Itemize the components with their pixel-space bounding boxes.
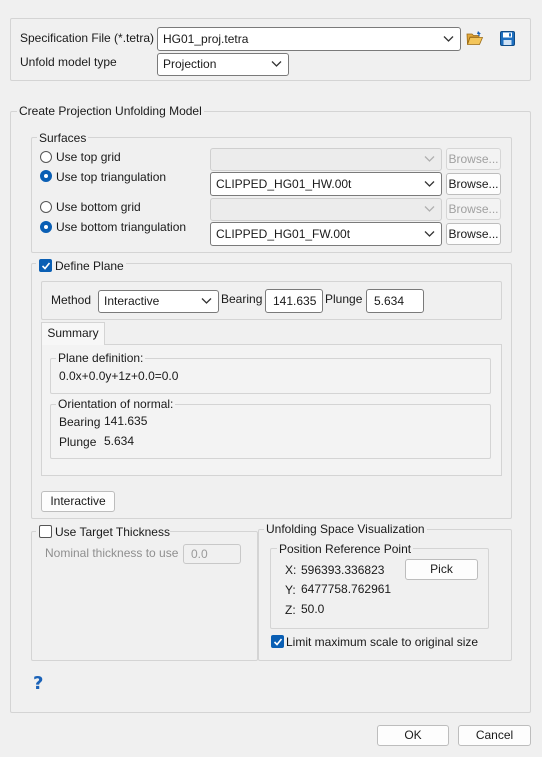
bearing-input[interactable]: 141.635 xyxy=(265,289,323,313)
bottom-grid-label: Use bottom grid xyxy=(56,200,141,214)
nominal-thickness-label: Nominal thickness to use xyxy=(45,546,179,560)
chevron-down-icon xyxy=(271,61,282,67)
nominal-thickness-input[interactable]: 0.0 xyxy=(183,544,241,564)
bearing-label: Bearing xyxy=(221,292,263,306)
bottom-grid-browse-button[interactable]: Browse... xyxy=(446,198,501,220)
tab-summary-label: Summary xyxy=(47,326,99,340)
top-triangulation-value: CLIPPED_HG01_HW.00t xyxy=(216,177,352,191)
bottom-triangulation-select[interactable]: CLIPPED_HG01_FW.00t xyxy=(210,222,442,246)
plane-definition-title: Plane definition: xyxy=(56,351,146,365)
method-value: Interactive xyxy=(104,294,160,308)
bottom-triangulation-label: Use bottom triangulation xyxy=(56,220,187,234)
unfold-type-select[interactable]: Projection xyxy=(157,53,289,76)
folder-open-icon[interactable] xyxy=(466,30,484,46)
top-triangulation-browse-button[interactable]: Browse... xyxy=(446,173,501,195)
chevron-down-icon xyxy=(424,181,435,187)
chevron-down-icon xyxy=(424,156,435,162)
help-icon[interactable]: ? xyxy=(33,674,47,694)
normal-bearing-value: 141.635 xyxy=(104,414,148,428)
reference-point-title: Position Reference Point xyxy=(277,542,414,556)
plunge-label: Plunge xyxy=(325,292,363,306)
unfold-type-label: Unfold model type xyxy=(20,55,117,69)
chevron-down-icon xyxy=(201,298,212,304)
method-select[interactable]: Interactive xyxy=(98,290,219,313)
spec-file-value: HG01_proj.tetra xyxy=(163,32,249,46)
tab-summary[interactable]: Summary xyxy=(41,322,105,345)
pick-button[interactable]: Pick xyxy=(405,559,478,580)
top-grid-select[interactable] xyxy=(210,148,442,171)
bottom-triangulation-browse-button[interactable]: Browse... xyxy=(446,223,501,245)
top-triangulation-label: Use top triangulation xyxy=(56,170,167,184)
define-plane-checkbox[interactable] xyxy=(39,259,52,272)
top-triangulation-select[interactable]: CLIPPED_HG01_HW.00t xyxy=(210,172,442,196)
spec-file-combo[interactable]: HG01_proj.tetra xyxy=(157,27,461,51)
x-label: X: xyxy=(285,563,297,577)
plane-definition-value: 0.0x+0.0y+1z+0.0=0.0 xyxy=(59,369,179,383)
top-grid-radio[interactable] xyxy=(40,151,52,163)
create-model-title: Create Projection Unfolding Model xyxy=(17,104,204,118)
bottom-triangulation-radio[interactable] xyxy=(40,221,52,233)
limit-scale-label: Limit maximum scale to original size xyxy=(286,635,479,649)
plunge-input[interactable]: 5.634 xyxy=(366,289,424,313)
chevron-down-icon xyxy=(424,206,435,212)
save-icon[interactable] xyxy=(500,31,515,46)
bottom-grid-select[interactable] xyxy=(210,198,442,221)
y-label: Y: xyxy=(285,583,296,597)
surfaces-title: Surfaces xyxy=(37,131,89,145)
top-triangulation-radio[interactable] xyxy=(40,170,52,182)
y-value: 6477758.762961 xyxy=(301,582,392,596)
normal-plunge-value: 5.634 xyxy=(104,434,135,448)
bottom-grid-radio[interactable] xyxy=(40,201,52,213)
top-grid-label: Use top grid xyxy=(56,150,121,164)
interactive-button[interactable]: Interactive xyxy=(41,491,115,512)
limit-scale-checkbox[interactable] xyxy=(271,635,284,648)
orientation-normal-group xyxy=(50,404,491,459)
z-value: 50.0 xyxy=(301,602,325,616)
bottom-triangulation-value: CLIPPED_HG01_FW.00t xyxy=(216,227,351,241)
unfold-type-value: Projection xyxy=(163,57,217,71)
orientation-normal-title: Orientation of normal: xyxy=(56,397,176,411)
chevron-down-icon xyxy=(443,36,454,42)
method-label: Method xyxy=(51,293,92,307)
top-grid-browse-button[interactable]: Browse... xyxy=(446,148,501,170)
normal-plunge-label: Plunge xyxy=(59,435,97,449)
ok-button[interactable]: OK xyxy=(377,725,449,746)
cancel-button[interactable]: Cancel xyxy=(458,725,531,746)
target-thickness-checkbox[interactable] xyxy=(39,525,52,538)
define-plane-label: Define Plane xyxy=(55,259,124,273)
z-label: Z: xyxy=(285,603,296,617)
x-value: 596393.336823 xyxy=(301,563,385,577)
normal-bearing-label: Bearing xyxy=(59,415,101,429)
spec-file-label: Specification File (*.tetra) xyxy=(20,31,155,45)
checkmark-icon xyxy=(273,638,283,646)
chevron-down-icon xyxy=(424,231,435,237)
target-thickness-label: Use Target Thickness xyxy=(55,525,170,539)
visualization-title: Unfolding Space Visualization xyxy=(264,522,427,536)
checkmark-icon xyxy=(41,262,51,270)
